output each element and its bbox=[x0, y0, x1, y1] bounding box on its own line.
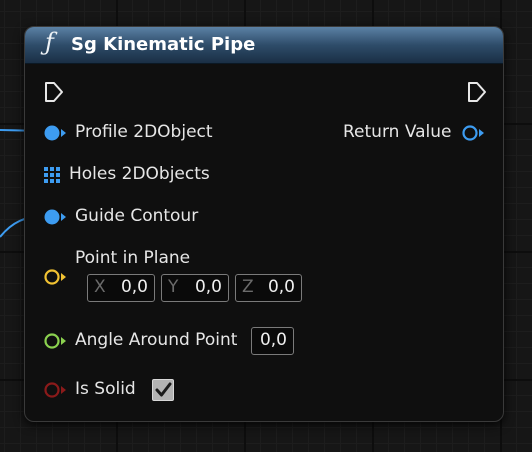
checkmark-icon bbox=[155, 382, 172, 397]
angle-value: 0,0 bbox=[259, 330, 287, 350]
function-icon: ƒ bbox=[45, 28, 54, 56]
y-value: 0,0 bbox=[194, 277, 222, 297]
x-value: 0,0 bbox=[120, 277, 148, 297]
point-pin[interactable] bbox=[41, 267, 69, 287]
angle-label: Angle Around Point bbox=[75, 330, 238, 350]
profile-pin[interactable] bbox=[41, 123, 69, 143]
solid-checkbox[interactable] bbox=[152, 379, 174, 401]
object-pin-icon bbox=[44, 125, 60, 141]
bool-pin-icon bbox=[44, 382, 60, 398]
z-value: 0,0 bbox=[267, 277, 295, 297]
profile-label: Profile 2DObject bbox=[75, 122, 213, 142]
point-label: Point in Plane bbox=[75, 248, 191, 268]
holes-pin[interactable] bbox=[43, 166, 61, 184]
return-value-pin[interactable] bbox=[459, 123, 487, 143]
point-x-field[interactable]: X 0,0 bbox=[87, 274, 155, 302]
guide-pin[interactable] bbox=[41, 207, 69, 227]
point-z-field[interactable]: Z 0,0 bbox=[235, 274, 302, 302]
exec-in-icon bbox=[45, 82, 63, 102]
z-axis-label: Z bbox=[242, 277, 254, 297]
return-value-label: Return Value bbox=[343, 122, 452, 142]
holes-label: Holes 2DObjects bbox=[69, 164, 210, 184]
array-grid-icon bbox=[44, 167, 60, 183]
angle-pin[interactable] bbox=[41, 331, 69, 351]
solid-pin[interactable] bbox=[41, 380, 69, 400]
kinematic-pipe-node[interactable]: ƒ Sg Kinematic Pipe Profile 2DObject Ret… bbox=[24, 26, 504, 422]
angle-field[interactable]: 0,0 bbox=[251, 327, 294, 355]
exec-in-pin[interactable] bbox=[43, 81, 65, 103]
object-pin-icon bbox=[462, 125, 478, 141]
exec-out-pin[interactable] bbox=[466, 81, 488, 103]
node-header[interactable]: ƒ Sg Kinematic Pipe bbox=[25, 27, 503, 64]
point-y-field[interactable]: Y 0,0 bbox=[161, 274, 229, 302]
x-axis-label: X bbox=[94, 277, 106, 297]
node-title: Sg Kinematic Pipe bbox=[71, 34, 256, 55]
object-pin-icon bbox=[44, 209, 60, 225]
exec-out-icon bbox=[468, 82, 486, 102]
y-axis-label: Y bbox=[168, 277, 179, 297]
float-pin-icon bbox=[44, 333, 60, 349]
guide-label: Guide Contour bbox=[75, 206, 199, 226]
vector-pin-icon bbox=[44, 269, 60, 285]
solid-label: Is Solid bbox=[75, 379, 136, 399]
